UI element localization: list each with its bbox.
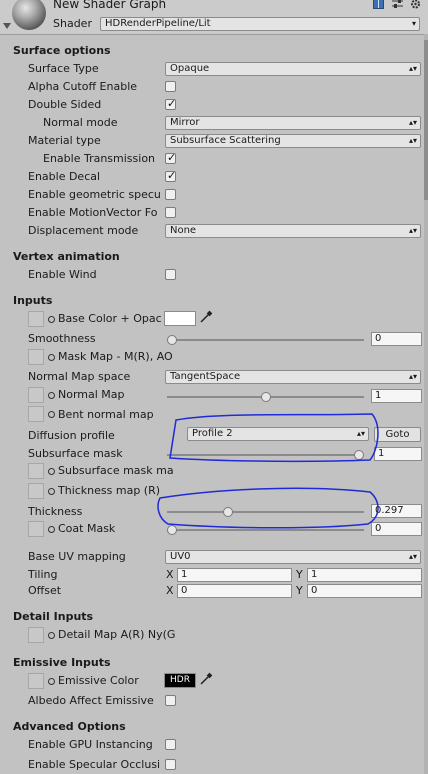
annotation-overlay [157,413,379,529]
annotation-circle-diffusion-profile [169,413,379,463]
annotation-circle-thickness [157,487,379,529]
